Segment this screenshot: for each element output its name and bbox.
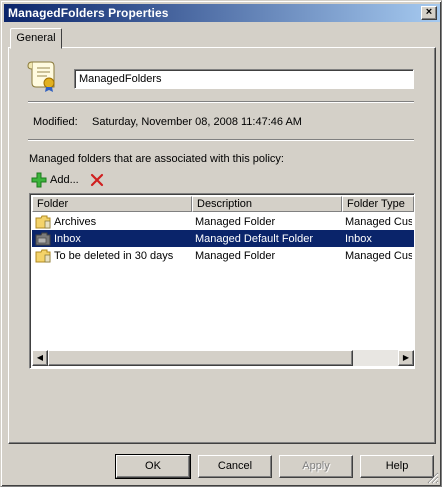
close-button[interactable]: × — [421, 6, 437, 20]
list-header: Folder Description Folder Type — [32, 196, 414, 212]
title-bar[interactable]: ManagedFolders Properties × — [4, 4, 440, 22]
horizontal-scrollbar[interactable]: ◀ ▶ — [32, 350, 414, 366]
properties-dialog: ManagedFolders Properties × General Mana… — [0, 0, 442, 487]
folder-type: Inbox — [345, 232, 372, 245]
apply-button[interactable]: Apply — [279, 455, 353, 478]
remove-folder-icon[interactable] — [89, 172, 105, 188]
list-item[interactable]: To be deleted in 30 days Managed Folder … — [32, 247, 414, 264]
ok-button[interactable]: OK — [115, 454, 191, 479]
scrollbar-thumb[interactable] — [48, 350, 353, 366]
list-item[interactable]: Inbox Managed Default Folder Inbox — [32, 230, 414, 247]
cancel-button[interactable]: Cancel — [198, 455, 272, 478]
add-folder-button[interactable]: Add... — [31, 171, 83, 189]
folder-description: Managed Folder — [195, 249, 276, 262]
tab-general[interactable]: General — [10, 28, 62, 49]
apply-button-label: Apply — [302, 460, 330, 472]
folder-name: Archives — [54, 215, 97, 228]
add-icon — [31, 172, 47, 188]
managed-folders-list[interactable]: Folder Description Folder Type Archives … — [29, 193, 415, 369]
default-folder-icon — [35, 232, 51, 245]
folder-description: Managed Folder — [195, 215, 276, 228]
modified-value: Saturday, November 08, 2008 11:47:46 AM — [92, 116, 302, 128]
help-button[interactable]: Help — [360, 455, 434, 478]
managed-folder-icon — [35, 215, 51, 228]
resize-grip-icon[interactable] — [427, 472, 439, 484]
policy-certificate-icon — [27, 61, 55, 92]
scroll-right-icon[interactable]: ▶ — [398, 350, 414, 366]
column-header-folder-type[interactable]: Folder Type — [342, 196, 414, 212]
list-item[interactable]: Archives Managed Folder Managed Custom — [32, 213, 414, 230]
separator — [28, 139, 414, 141]
scroll-left-icon[interactable]: ◀ — [32, 350, 48, 366]
folder-type: Managed Custom — [345, 249, 412, 262]
managed-folder-icon — [35, 249, 51, 262]
policy-name-field[interactable]: ManagedFolders — [74, 69, 414, 89]
column-header-folder[interactable]: Folder — [32, 196, 192, 212]
column-header-description[interactable]: Description — [192, 196, 342, 212]
folder-type: Managed Custom — [345, 215, 412, 228]
associated-folders-label: Managed folders that are associated with… — [29, 153, 284, 165]
add-folder-label: Add... — [50, 174, 79, 186]
folder-name: To be deleted in 30 days — [54, 249, 174, 262]
window-title: ManagedFolders Properties — [8, 6, 169, 20]
modified-label: Modified: — [33, 116, 78, 128]
folder-description: Managed Default Folder — [195, 232, 314, 245]
separator — [28, 101, 414, 103]
folder-name: Inbox — [54, 232, 81, 245]
